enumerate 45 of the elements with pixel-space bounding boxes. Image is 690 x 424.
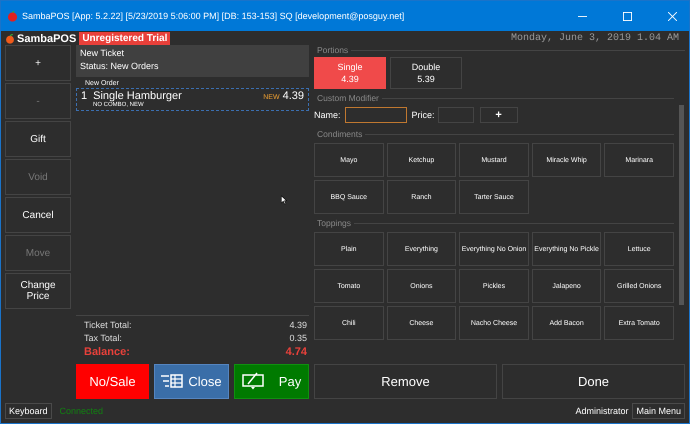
name-label: Name:	[314, 110, 341, 120]
ticket-action-button[interactable]: Gift	[5, 121, 71, 157]
action-button[interactable]: No/Sale	[76, 364, 149, 400]
logo-text: SambaPOS	[17, 32, 76, 44]
total-label: Ticket Total:	[84, 320, 132, 332]
total-value: 4.74	[286, 346, 307, 359]
price-label: Price:	[412, 110, 435, 120]
close-icon[interactable]	[668, 12, 677, 20]
section-label: Custom Modifier	[316, 93, 380, 103]
ticket-action-button[interactable]: Cancel	[5, 197, 71, 233]
app-icon	[7, 10, 18, 22]
modifier-action-button[interactable]: Remove	[314, 364, 497, 400]
connection-status: Connected	[60, 406, 104, 416]
ticket-status: Status: New Orders	[80, 61, 160, 71]
total-label: Balance:	[84, 346, 130, 359]
mouse-cursor-icon	[281, 195, 287, 205]
payment-terminal-icon	[242, 372, 264, 390]
ticket-action-button[interactable]: Change Price	[5, 273, 71, 309]
list-icon	[161, 374, 184, 388]
ticket-title: New Ticket	[80, 48, 126, 58]
section-label: Toppings	[316, 218, 352, 228]
order-quantity: 1	[81, 90, 88, 102]
date-time: Monday, June 3, 2019 1.04 AM	[510, 33, 680, 44]
window-title: SambaPOS [App: 5.2.22] [5/23/2019 5:06:00 PM] [DB: 153-153] SQ [development@posguy.net]	[22, 11, 404, 21]
order-price: 4.39	[282, 90, 304, 102]
total-value: 0.35	[289, 332, 307, 345]
add-button[interactable]: +	[480, 107, 518, 123]
trial-badge: Unregistered Trial	[79, 32, 170, 45]
maximize-icon[interactable]	[623, 12, 632, 20]
order-name: Single Hamburger	[93, 90, 182, 102]
action-button[interactable]: Close	[154, 364, 229, 400]
total-value: 4.39	[289, 320, 307, 332]
logo-icon	[5, 34, 15, 44]
section-label: Condiments	[316, 129, 364, 139]
portion-button[interactable]: Single 4.39	[314, 57, 386, 89]
name-input-field[interactable]	[344, 107, 407, 123]
section-label: Portions	[316, 45, 350, 55]
ticket-action-button[interactable]: +	[5, 45, 71, 81]
main-menu-button[interactable]: Main Menu	[632, 403, 685, 420]
action-button[interactable]: Pay	[234, 364, 309, 400]
user-name: Administrator	[575, 406, 628, 416]
total-label: Tax Total:	[84, 332, 122, 345]
portion-button[interactable]: Double 5.39	[390, 57, 462, 89]
keyboard-button[interactable]: Keyboard	[5, 403, 52, 420]
modifier-action-button[interactable]: Done	[502, 364, 685, 400]
